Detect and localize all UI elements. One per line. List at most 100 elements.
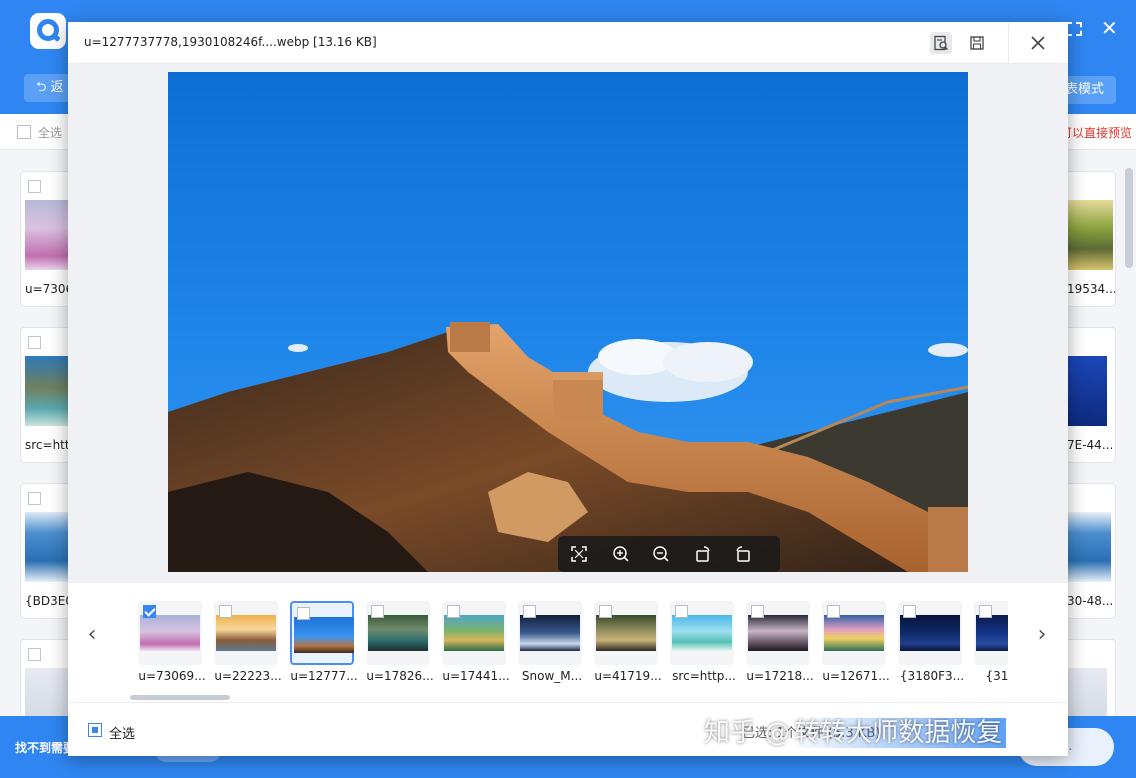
bg-select-all-checkbox[interactable] (17, 125, 31, 139)
thumbnail-caption: {3180F (985, 669, 1008, 683)
file-card-name: 7E-44... (1067, 438, 1114, 452)
title-separator (1008, 22, 1009, 64)
select-all-label: 全选 (109, 727, 136, 742)
thumbnail-frame[interactable] (898, 601, 962, 665)
thumbnail-checkbox[interactable] (675, 605, 688, 618)
selected-count-text: 已选: 1个文件 (5.3 KB) (742, 726, 881, 741)
thumbnail-frame[interactable] (518, 601, 582, 665)
close-icon[interactable] (1026, 31, 1050, 55)
file-card-name: 30-48... (1067, 594, 1114, 608)
thumbnail-checkbox[interactable] (371, 605, 384, 618)
thumbnail-image (596, 615, 656, 651)
thumbnail-frame[interactable] (822, 601, 886, 665)
thumbnail-checkbox[interactable] (523, 605, 536, 618)
thumbnail-caption: {3180F3... (899, 669, 965, 683)
thumbnail-checkbox[interactable] (599, 605, 612, 618)
thumbnail-item[interactable]: {3180F3... (898, 601, 964, 689)
thumbnail-strip: ‹ › u=73069... u=22223... u=12777... u=1782… (68, 582, 1068, 702)
thumbnail-image (444, 615, 504, 651)
app-close-icon[interactable]: ✕ (1101, 16, 1118, 40)
file-thumbnail (1067, 356, 1107, 426)
thumbnail-frame[interactable] (138, 601, 202, 665)
thumbnail-caption: u=17441... (442, 669, 510, 683)
chevron-right-icon[interactable]: › (1032, 623, 1052, 647)
thumbnail-checkbox[interactable] (751, 605, 764, 618)
thumbnail-image (368, 615, 428, 651)
thumbnail-frame[interactable] (974, 601, 1008, 665)
thumbnail-image (976, 615, 1008, 651)
thumbnail-image (294, 617, 354, 653)
thumbnail-image (672, 615, 732, 651)
chevron-left-icon[interactable]: ‹ (82, 623, 102, 647)
thumbnail-checkbox[interactable] (219, 605, 232, 618)
thumbnail-item[interactable]: Snow_M... (518, 601, 584, 689)
thumbnail-image (140, 615, 200, 651)
file-card-checkbox[interactable] (28, 648, 41, 661)
thumbnail-caption: u=22223... (214, 669, 282, 683)
file-thumbnail (1067, 200, 1113, 270)
file-card-checkbox[interactable] (28, 180, 41, 193)
dialog-title-bar: u=1277737778,1930108246f....webp [13.16 … (68, 22, 1068, 64)
thumbnail-caption: src=http... (672, 669, 736, 683)
thumbnail-frame[interactable] (594, 601, 658, 665)
thumbnail-item[interactable]: u=73069... (138, 601, 206, 689)
thumbnail-frame[interactable] (290, 601, 354, 665)
zoom-out-icon[interactable] (648, 542, 674, 566)
thumbnail-list: u=73069... u=22223... u=12777... u=17826...… (128, 583, 1008, 703)
thumbnail-caption: u=73069... (138, 669, 206, 683)
thumbnail-caption: u=12671... (822, 669, 890, 683)
back-button-label: 返 (50, 80, 64, 95)
file-card-name: 19534... (1067, 282, 1116, 296)
horizontal-scrollbar[interactable] (130, 695, 230, 700)
thumbnail-caption: u=41719... (594, 669, 662, 683)
thumbnail-item[interactable]: src=http... (670, 601, 736, 689)
maximize-icon[interactable] (1066, 22, 1082, 36)
preview-stage (68, 64, 1068, 582)
not-found-help-label: 找不到需要 (15, 741, 76, 755)
thumbnail-image (216, 615, 276, 651)
preview-hint-text: 可以直接预览 (1059, 126, 1132, 140)
save-icon[interactable] (966, 32, 988, 54)
image-toolbar (558, 536, 780, 572)
file-card-checkbox[interactable] (28, 336, 41, 349)
bg-select-all-label: 全选 (38, 126, 63, 140)
file-card-name: {BD3E0 (25, 594, 73, 608)
thumbnail-frame[interactable] (746, 601, 810, 665)
file-card-checkbox[interactable] (28, 492, 41, 505)
thumbnail-image (900, 615, 960, 651)
thumbnail-checkbox[interactable] (827, 605, 840, 618)
thumbnail-checkbox[interactable] (297, 607, 310, 620)
thumbnail-item[interactable]: u=41719... (594, 601, 662, 689)
thumbnail-caption: u=12777... (290, 669, 358, 683)
thumbnail-item[interactable]: u=17441... (442, 601, 510, 689)
thumbnail-image (824, 615, 884, 651)
thumbnail-item[interactable]: u=22223... (214, 601, 282, 689)
preview-image (168, 72, 968, 572)
thumbnail-item[interactable]: {3180F (974, 601, 1008, 689)
zoom-in-icon[interactable] (608, 542, 634, 566)
select-all-checkbox[interactable] (88, 723, 102, 737)
search-doc-icon[interactable] (930, 32, 952, 54)
thumbnail-checkbox[interactable] (903, 605, 916, 618)
thumbnail-frame[interactable] (366, 601, 430, 665)
thumbnail-item[interactable]: u=17218... (746, 601, 814, 689)
thumbnail-frame[interactable] (442, 601, 506, 665)
thumbnail-caption: Snow_M... (521, 669, 583, 683)
thumbnail-checkbox[interactable] (447, 605, 460, 618)
thumbnail-item[interactable]: u=12777... (290, 601, 358, 689)
rotate-right-icon[interactable] (730, 542, 756, 566)
dialog-footer: 全选 已选: 1个文件 (5.3 KB) (68, 702, 1068, 756)
rotate-left-icon[interactable] (690, 542, 716, 566)
fullscreen-icon[interactable] (566, 542, 592, 566)
thumbnail-item[interactable]: u=12671... (822, 601, 890, 689)
thumbnail-item[interactable]: u=17826... (366, 601, 434, 689)
file-thumbnail (1067, 512, 1111, 582)
vertical-scrollbar[interactable] (1125, 168, 1133, 268)
app-logo-icon (30, 13, 66, 49)
thumbnail-image (748, 615, 808, 651)
thumbnail-checkbox[interactable] (143, 605, 156, 618)
thumbnail-checkbox[interactable] (979, 605, 992, 618)
thumbnail-frame[interactable] (670, 601, 734, 665)
dialog-title: u=1277737778,1930108246f....webp [13.16 … (84, 35, 377, 49)
thumbnail-frame[interactable] (214, 601, 278, 665)
